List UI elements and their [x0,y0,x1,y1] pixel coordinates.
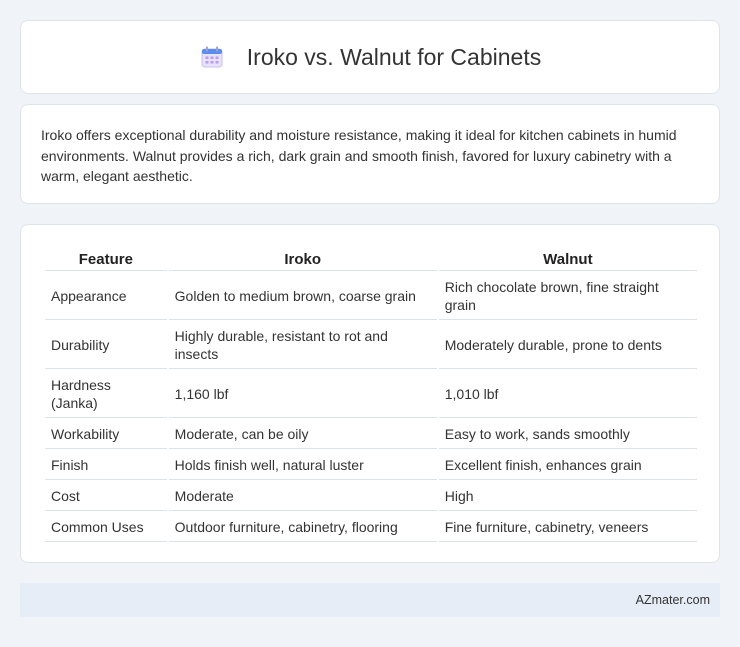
row-feature: Cost [45,482,167,511]
page-title: Iroko vs. Walnut for Cabinets [246,43,542,70]
row-walnut: High [438,482,697,511]
row-walnut: Easy to work, sands smoothly [438,420,697,449]
row-feature: Hardness (Janka) [45,371,167,418]
row-iroko: Golden to medium brown, coarse grain [168,273,437,320]
calendar-icon [199,44,225,70]
intro-card: Iroko offers exceptional durability and … [20,104,720,204]
header-feature: Feature [45,247,167,271]
row-iroko: Highly durable, resistant to rot and ins… [168,322,437,369]
header: Iroko vs. Walnut for Cabinets [199,44,541,71]
header-iroko: Iroko [168,247,437,271]
header-card: Iroko vs. Walnut for Cabinets [20,20,720,94]
row-iroko: Moderate, can be oily [168,420,437,449]
table-row: Finish Holds finish well, natural luster… [45,451,697,480]
row-walnut: Fine furniture, cabinetry, veneers [438,513,697,542]
row-feature: Common Uses [45,513,167,542]
comparison-card: Feature Iroko Walnut Appearance Golden t… [20,224,720,563]
table-row: Workability Moderate, can be oily Easy t… [45,420,697,449]
table-row: Common Uses Outdoor furniture, cabinetry… [45,513,697,542]
row-iroko: Moderate [168,482,437,511]
table-row: Durability Highly durable, resistant to … [45,322,697,369]
row-iroko: Holds finish well, natural luster [168,451,437,480]
table-row: Appearance Golden to medium brown, coars… [45,273,697,320]
row-iroko: Outdoor furniture, cabinetry, flooring [168,513,437,542]
row-feature: Workability [45,420,167,449]
table-row: Cost Moderate High [45,482,697,511]
header-walnut: Walnut [438,247,697,271]
comparison-table: Feature Iroko Walnut Appearance Golden t… [43,245,699,544]
row-walnut: Excellent finish, enhances grain [438,451,697,480]
row-iroko: 1,160 lbf [168,371,437,418]
intro-text: Iroko offers exceptional durability and … [41,127,677,184]
table-header-row: Feature Iroko Walnut [45,247,697,271]
row-walnut: Moderately durable, prone to dents [438,322,697,369]
footer-credit[interactable]: AZmater.com [636,593,710,607]
row-feature: Appearance [45,273,167,320]
row-feature: Finish [45,451,167,480]
row-walnut: Rich chocolate brown, fine straight grai… [438,273,697,320]
table-row: Hardness (Janka) 1,160 lbf 1,010 lbf [45,371,697,418]
footer: AZmater.com [20,583,720,617]
row-walnut: 1,010 lbf [438,371,697,418]
row-feature: Durability [45,322,167,369]
